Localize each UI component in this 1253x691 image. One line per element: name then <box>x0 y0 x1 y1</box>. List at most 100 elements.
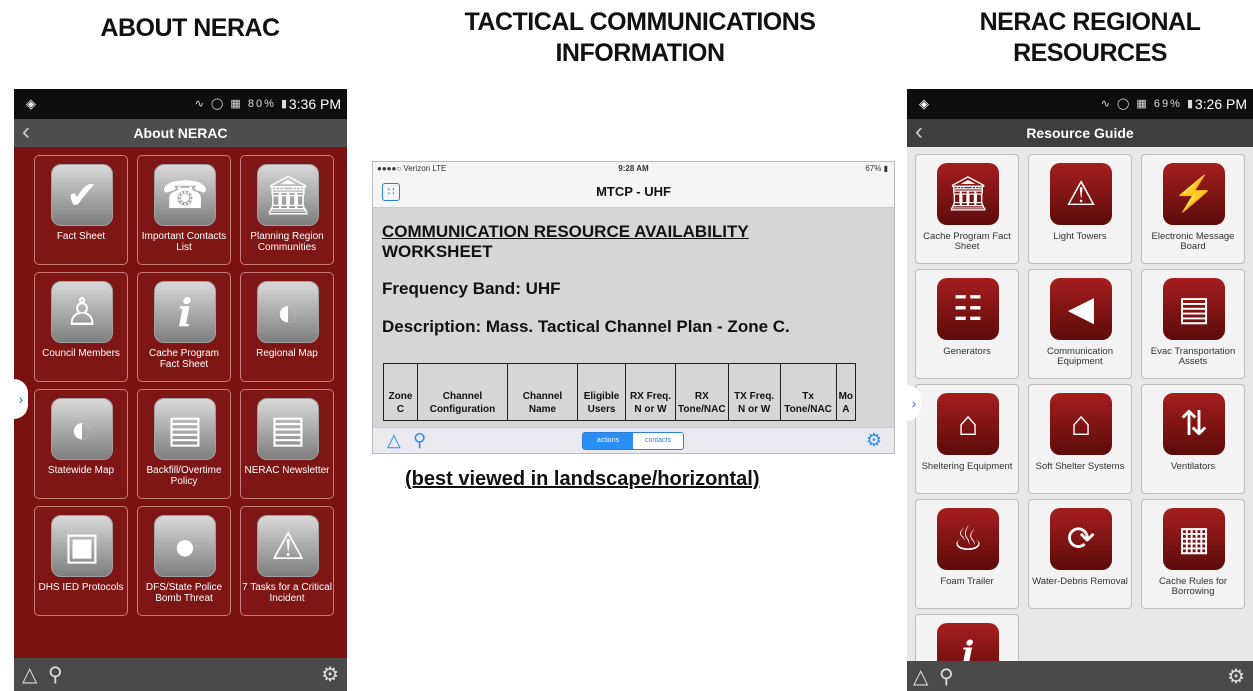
power-tower-icon: ☷ <box>937 278 999 340</box>
tile-evac-transportation[interactable]: ▤ Evac Transportation Assets <box>1141 269 1245 379</box>
gear-icon[interactable]: ⚙ <box>321 662 339 687</box>
tactical-comms-phone: ●●●●○ Verizon LTE 9:28 AM 67% ▮ ∷ MTCP -… <box>372 161 895 454</box>
tile-seven-tasks[interactable]: ⚠ 7 Tasks for a Critical Incident <box>240 506 334 616</box>
frequency-band: Frequency Band: UHF <box>382 279 561 298</box>
wrench-icon[interactable]: ⚲ <box>48 662 63 687</box>
document-icon: ▤ <box>154 398 216 460</box>
cycle-icon: ⟳ <box>1050 508 1112 570</box>
tile-label: Backfill/Overtime Policy <box>146 465 222 487</box>
tile-label: Water-Debris Removal <box>1032 576 1128 587</box>
table-header-row: Zone C Channel Configuration Channel Nam… <box>383 363 857 421</box>
status-bar: ◈ ∿ ◯ ▦ 80% ▮ 3:36 PM <box>14 89 347 119</box>
info-icon: i <box>154 281 216 343</box>
gear-icon[interactable]: ⚙ <box>1227 664 1245 689</box>
tile-ventilators[interactable]: ⇅ Ventilators <box>1141 384 1245 494</box>
tile-council-members[interactable]: ♙ Council Members <box>34 272 128 382</box>
suspicious-package-icon: ▣ <box>51 515 113 577</box>
tile-water-debris[interactable]: ⟳ Water-Debris Removal <box>1028 499 1132 609</box>
nav-bar: ‹ About NERAC <box>14 119 347 147</box>
alert-icon[interactable]: △ <box>22 662 37 687</box>
battery-icon: ▮ <box>1186 98 1195 110</box>
nav-bar: ‹ Resource Guide <box>907 119 1253 147</box>
tile-light-towers[interactable]: ⚠ Light Towers <box>1028 154 1132 264</box>
tile-backfill-policy[interactable]: ▤ Backfill/Overtime Policy <box>137 389 231 499</box>
tile-dhs-ied[interactable]: ▣ DHS IED Protocols <box>34 506 128 616</box>
resource-guide-phone: ◈ ∿ ◯ ▦ 69% ▮ 3:26 PM ‹ Resource Guide 🏛… <box>907 89 1253 691</box>
tile-bomb-threat[interactable]: ● DFS/State Police Bomb Threat <box>137 506 231 616</box>
tile-planning-region[interactable]: 🏛 Planning Region Communities <box>240 155 334 265</box>
tile-label: DHS IED Protocols <box>38 582 124 593</box>
tile-label: Light Towers <box>1053 231 1107 242</box>
tile-soft-shelter[interactable]: ⌂ Soft Shelter Systems <box>1028 384 1132 494</box>
tile-label: Cache Rules for Borrowing <box>1158 576 1228 597</box>
alert-icon[interactable]: △ <box>913 664 928 689</box>
tile-label: Evac Transportation Assets <box>1150 346 1236 367</box>
tab-contacts[interactable]: contacts <box>633 433 683 449</box>
tab-actions[interactable]: actions <box>583 433 633 449</box>
tile-label: DFS/State Police Bomb Threat <box>145 582 223 604</box>
globe-icon: ◐ <box>257 281 319 343</box>
tile-label: Communication Equipment <box>1047 346 1113 367</box>
tactical-title-line2: INFORMATION <box>555 39 725 67</box>
signal-icons: ∿ ◯ ▦ <box>194 98 243 110</box>
globe-icon: ◐ <box>51 398 113 460</box>
about-nerac-title: ABOUT NERAC <box>100 14 280 42</box>
signal-icons: ∿ ◯ ▦ <box>1100 98 1149 110</box>
wrench-icon[interactable]: ⚲ <box>939 664 954 689</box>
tile-label: Planning Region Communities <box>250 231 324 253</box>
tile-cache-rules[interactable]: ▦ Cache Rules for Borrowing <box>1141 499 1245 609</box>
channel-description: Description: Mass. Tactical Channel Plan… <box>382 317 790 336</box>
nav-title: About NERAC <box>133 125 228 141</box>
warning-icon: ⚠ <box>1050 163 1112 225</box>
tile-label: Cache Program Fact Sheet <box>148 348 220 370</box>
lightning-icon: ⚡ <box>1163 163 1225 225</box>
worksheet-heading-line2: WORKSHEET <box>382 242 493 261</box>
building-icon: 🏛 <box>257 164 319 226</box>
worksheet-document: COMMUNICATION RESOURCE AVAILABILITY WORK… <box>382 222 882 337</box>
tile-cache-program[interactable]: i Cache Program Fact Sheet <box>137 272 231 382</box>
tile-regional-map[interactable]: ◐ Regional Map <box>240 272 334 382</box>
tile-important-contacts[interactable]: ☎ Important Contacts List <box>137 155 231 265</box>
tile-fact-sheet[interactable]: ✔ Fact Sheet <box>34 155 128 265</box>
megaphone-icon: ◀ <box>1050 278 1112 340</box>
tile-label: Sheltering Equipment <box>921 461 1013 472</box>
tile-foam-trailer[interactable]: ♨ Foam Trailer <box>915 499 1019 609</box>
tab-bar: △ ⚲ actions contacts ⚙ <box>373 427 894 453</box>
about-nerac-phone: ◈ ∿ ◯ ▦ 80% ▮ 3:36 PM ‹ About NERAC ✔ Fa… <box>14 89 347 691</box>
building-icon: 🏛 <box>937 163 999 225</box>
tile-communication-equipment[interactable]: ◀ Communication Equipment <box>1028 269 1132 379</box>
side-drawer-tab[interactable]: › <box>14 379 28 419</box>
tile-label: Important Contacts List <box>141 231 227 253</box>
wifi-icon: ◈ <box>26 96 36 111</box>
alert-icon[interactable]: △ <box>387 430 401 451</box>
tile-cache-program[interactable]: 🏛 Cache Program Fact Sheet <box>915 154 1019 264</box>
battery-level: 69% <box>1153 98 1182 110</box>
regional-title-line1: NERAC REGIONAL <box>979 8 1201 36</box>
wrench-icon[interactable]: ⚲ <box>413 430 426 451</box>
table-header-cell: Zone C <box>383 363 418 421</box>
telephone-icon: ☎ <box>154 164 216 226</box>
wifi-icon: ◈ <box>919 96 929 111</box>
status-bar: ◈ ∿ ◯ ▦ 69% ▮ 3:26 PM <box>907 89 1253 119</box>
tile-statewide-map[interactable]: ◐ Statewide Map <box>34 389 128 499</box>
warning-icon: ⚠ <box>257 515 319 577</box>
nav-title: Resource Guide <box>1026 125 1134 141</box>
tile-generators[interactable]: ☷ Generators <box>915 269 1019 379</box>
tactical-title-line1: TACTICAL COMMUNICATIONS <box>464 8 816 36</box>
tile-sheltering-equipment[interactable]: ⌂ Sheltering Equipment <box>915 384 1019 494</box>
tile-label: 7 Tasks for a Critical Incident <box>242 582 332 604</box>
table-header-cell: Eligible Users <box>577 363 626 421</box>
bomb-icon: ● <box>154 515 216 577</box>
status-time: 3:26 PM <box>1194 96 1247 112</box>
regional-title-line2: RESOURCES <box>1013 39 1167 67</box>
tile-nerac-newsletter[interactable]: ▤ NERAC Newsletter <box>240 389 334 499</box>
tile-message-board[interactable]: ⚡ Electronic Message Board <box>1141 154 1245 264</box>
tile-label: Fact Sheet <box>56 231 106 242</box>
nav-title: MTCP - UHF <box>596 184 671 199</box>
tile-label: NERAC Newsletter <box>244 465 330 476</box>
battery-level: 80% <box>247 98 276 110</box>
tile-label: Statewide Map <box>47 465 115 476</box>
arrows-icon: ⇅ <box>1163 393 1225 455</box>
gear-icon[interactable]: ⚙ <box>866 430 882 451</box>
worksheet-heading-line1: COMMUNICATION RESOURCE AVAILABILITY <box>382 222 749 241</box>
